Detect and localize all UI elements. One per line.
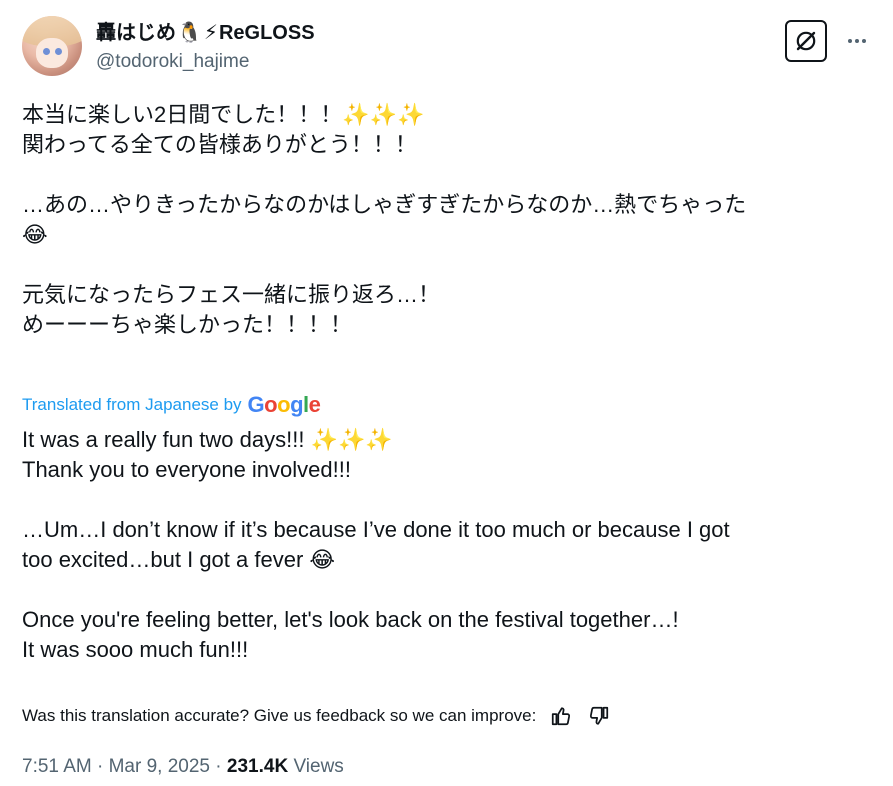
translation-text: It was a really fun two days!!! ✨✨✨ Than… — [22, 425, 872, 665]
avatar[interactable] — [22, 16, 82, 76]
translation-line: Thank you to everyone involved!!! — [22, 457, 351, 482]
avatar-eye-right — [55, 48, 62, 55]
views-count: 231.4K — [226, 756, 289, 777]
tweet-date[interactable]: Mar 9, 2025 — [109, 756, 210, 777]
tweet-line: 関わってる全ての皆様ありがとう！！！ — [22, 132, 417, 157]
grok-button[interactable] — [785, 20, 827, 62]
avatar-face — [36, 38, 68, 68]
translation-line: too excited…but I got a fever 😂 — [22, 547, 336, 572]
feedback-prompt: Was this translation accurate? Give us f… — [22, 706, 537, 725]
tweet-line: 😂 — [22, 222, 48, 247]
lightning-emoji: ⚡ — [203, 22, 218, 44]
google-logo: Google — [247, 392, 321, 417]
tweet-meta: 7:51 AM · Mar 9, 2025 · 231.4K Views — [22, 754, 344, 780]
penguin-emoji: 🐧 — [177, 22, 202, 44]
thumbs-down-icon — [590, 706, 609, 725]
meta-separator: · — [91, 756, 109, 777]
views-label: Views — [288, 756, 344, 777]
translation-line: Once you're feeling better, let's look b… — [22, 607, 679, 632]
tweet-text: 本当に楽しい2日間でした！！！✨✨✨ 関わってる全ての皆様ありがとう！！！ …あ… — [22, 100, 872, 340]
thumbs-up-button[interactable] — [548, 703, 574, 729]
thumbs-up-icon — [552, 707, 571, 726]
display-name-text: 轟はじめ — [96, 22, 176, 44]
tweet-line: …あの…やりきったからなのかはしゃぎすぎたからなのか…熱でちゃった — [22, 192, 747, 217]
display-name-suffix: ReGLOSS — [218, 22, 315, 44]
translation-feedback: Was this translation accurate? Give us f… — [22, 703, 612, 729]
more-options-button[interactable] — [842, 26, 872, 56]
grok-icon — [796, 31, 816, 51]
tweet-line: 元気になったらフェス一緒に振り返ろ…！ — [22, 282, 441, 307]
translation-line: It was a really fun two days!!! ✨✨✨ — [22, 427, 393, 452]
translation-line: …Um…I don’t know if it’s because I’ve do… — [22, 517, 730, 542]
tweet-line: めーーーちゃ楽しかった！！！！ — [22, 312, 353, 337]
thumbs-down-button[interactable] — [586, 703, 612, 729]
more-icon — [848, 39, 866, 43]
avatar-eye-left — [43, 48, 50, 55]
translated-label: Translated from Japanese by — [22, 395, 242, 414]
tweet-line: 本当に楽しい2日間でした！！！✨✨✨ — [22, 102, 425, 127]
meta-separator: · — [210, 756, 227, 777]
translation-line: It was sooo much fun!!! — [22, 637, 249, 662]
translated-from-link[interactable]: Translated from Japanese by Google — [22, 392, 321, 418]
display-name[interactable]: 轟はじめ 🐧 ⚡ ReGLOSS — [96, 20, 315, 46]
tweet-time[interactable]: 7:51 AM — [22, 756, 92, 777]
user-handle[interactable]: @todoroki_hajime — [96, 50, 249, 74]
